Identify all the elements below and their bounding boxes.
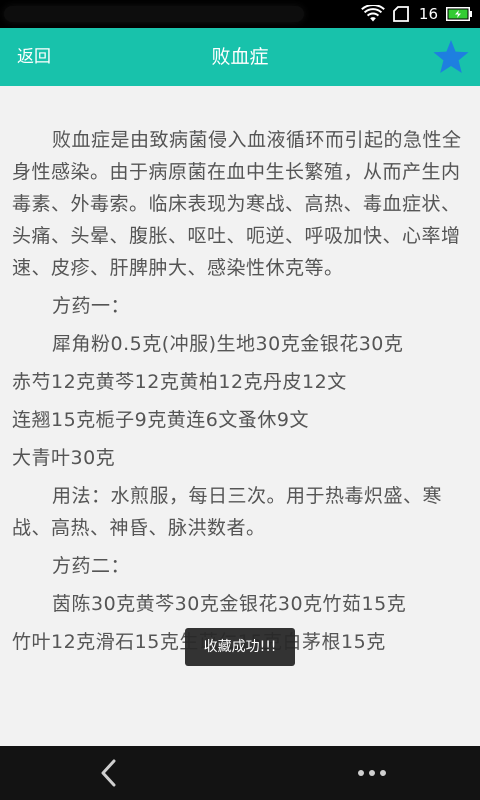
title-bar: 败血症 返回 xyxy=(0,28,480,86)
page-title: 败血症 xyxy=(211,46,269,68)
article-content[interactable]: 败血症是由致病菌侵入血液循环而引起的急性全身性感染。由于病原菌在血中生长繁殖，从… xyxy=(0,86,480,678)
battery-icon xyxy=(446,7,472,21)
article-paragraph: 方药一： xyxy=(52,295,131,317)
back-chevron-icon[interactable] xyxy=(96,758,122,788)
wifi-icon xyxy=(361,5,385,22)
more-dots-icon[interactable] xyxy=(356,764,388,782)
article-paragraph: 用法：水煎服，每日三次。用于热毒炽盛、寒战、高热、神昏、脉洪数者。 xyxy=(12,485,443,539)
article-paragraph: 茵陈30克黄芩30克金银花30克竹茹15克 xyxy=(52,593,407,615)
back-button[interactable]: 返回 xyxy=(17,28,51,86)
article-paragraph: 大青叶30克 xyxy=(12,447,116,469)
screen: 16 败血症 返回 败血症是由致病菌侵入血液循环而引起的急性全身性感染。由于病原… xyxy=(0,0,480,800)
navigation-bar xyxy=(0,746,480,800)
article-paragraph: 败血症是由致病菌侵入血液循环而引起的急性全身性感染。由于病原菌在血中生长繁殖，从… xyxy=(12,129,462,279)
star-icon[interactable] xyxy=(432,39,470,75)
status-notifications-blurred xyxy=(4,6,304,22)
article-paragraph: 方药二： xyxy=(52,555,131,577)
article: 败血症是由致病菌侵入血液循环而引起的急性全身性感染。由于病原菌在血中生长繁殖，从… xyxy=(0,86,480,658)
article-paragraph: 赤芍12克黄芩12克黄柏12克丹皮12文 xyxy=(12,371,347,393)
status-icons: 16 xyxy=(361,0,472,28)
content-bottom-area xyxy=(0,678,480,746)
sim-icon xyxy=(393,6,409,22)
article-paragraph: 连翘15克栀子9克黄连6文蚤休9文 xyxy=(12,409,309,431)
status-bar: 16 xyxy=(0,0,480,28)
toast-message: 收藏成功!!! xyxy=(185,628,295,666)
article-paragraph: 犀角粉0.5克(冲服)生地30克金银花30克 xyxy=(52,333,404,355)
status-time: 16 xyxy=(418,5,438,23)
